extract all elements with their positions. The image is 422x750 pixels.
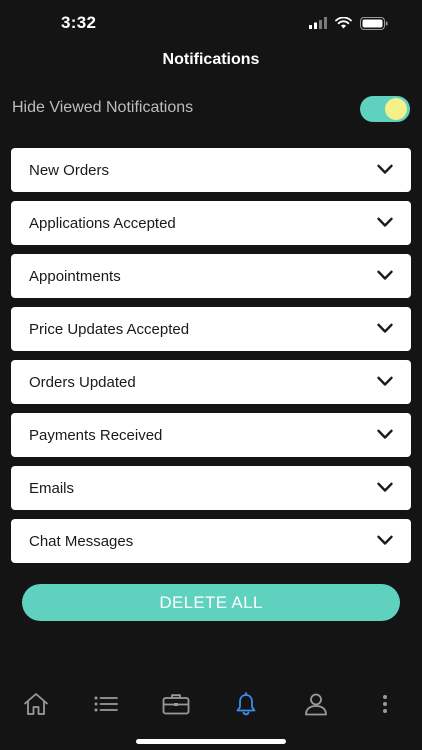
- status-icons: [309, 15, 388, 31]
- wifi-icon: [335, 17, 352, 29]
- chevron-down-icon: [377, 429, 393, 439]
- section-label: New Orders: [29, 162, 110, 179]
- list-icon: [94, 696, 118, 712]
- page-title: Notifications: [162, 51, 260, 68]
- section-label: Orders Updated: [29, 374, 136, 391]
- chevron-down-icon: [377, 217, 393, 227]
- section-appointments[interactable]: Appointments: [11, 254, 411, 298]
- briefcase-icon: [162, 694, 190, 715]
- tab-briefcase[interactable]: [156, 684, 196, 724]
- tab-list[interactable]: [86, 684, 126, 724]
- section-orders-updated[interactable]: Orders Updated: [11, 360, 411, 404]
- delete-all-button[interactable]: DELETE ALL: [22, 584, 400, 621]
- section-label: Price Updates Accepted: [29, 321, 190, 338]
- notification-sections: New Orders Applications Accepted Appoint…: [11, 148, 411, 572]
- chevron-down-icon: [377, 164, 393, 174]
- chevron-down-icon: [377, 535, 393, 545]
- tab-notifications[interactable]: [226, 684, 266, 724]
- status-time: 3:32: [61, 13, 97, 32]
- person-icon: [305, 693, 327, 716]
- section-new-orders[interactable]: New Orders: [11, 148, 411, 192]
- section-payments-received[interactable]: Payments Received: [11, 413, 411, 457]
- tab-more[interactable]: [365, 684, 405, 724]
- bell-icon: [236, 692, 256, 716]
- section-applications-accepted[interactable]: Applications Accepted: [11, 201, 411, 245]
- hide-viewed-label: Hide Viewed Notifications: [12, 99, 194, 116]
- chevron-down-icon: [377, 270, 393, 280]
- tab-home[interactable]: [16, 684, 56, 724]
- battery-icon: [360, 16, 388, 30]
- section-label: Appointments: [29, 268, 121, 285]
- home-icon: [24, 693, 48, 715]
- chevron-down-icon: [377, 323, 393, 333]
- section-label: Chat Messages: [29, 533, 134, 550]
- home-indicator: [136, 739, 286, 744]
- toggle-knob: [385, 98, 407, 120]
- section-label: Applications Accepted: [29, 215, 176, 232]
- chevron-down-icon: [377, 482, 393, 492]
- chevron-down-icon: [377, 376, 393, 386]
- hide-viewed-row: Hide Viewed Notifications: [12, 96, 410, 122]
- status-bar: 3:32: [0, 0, 422, 46]
- tab-profile[interactable]: [296, 684, 336, 724]
- section-label: Emails: [29, 480, 75, 497]
- tab-bar: [0, 684, 422, 724]
- cellular-signal-icon: [309, 17, 327, 29]
- hide-viewed-toggle[interactable]: [360, 96, 410, 122]
- section-emails[interactable]: Emails: [11, 466, 411, 510]
- section-chat-messages[interactable]: Chat Messages: [11, 519, 411, 563]
- section-price-updates-accepted[interactable]: Price Updates Accepted: [11, 307, 411, 351]
- more-vertical-icon: [383, 695, 387, 713]
- section-label: Payments Received: [29, 427, 163, 444]
